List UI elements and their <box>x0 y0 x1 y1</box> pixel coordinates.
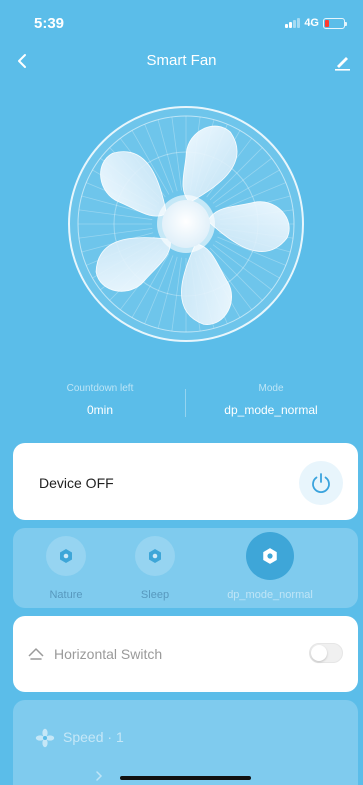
countdown-value: 0min <box>86 403 113 417</box>
speed-value: 1 <box>115 729 124 745</box>
horizontal-switch-card: Horizontal Switch <box>13 616 358 692</box>
mode-value: dp_mode_normal <box>224 403 318 417</box>
mode-hex-icon <box>135 536 175 576</box>
network-type: 4G <box>304 17 319 29</box>
status-info-row: Countdown left 0min Mode dp_mode_normal <box>0 383 363 423</box>
modes-card: Nature Sleep dp_mode_normal <box>13 528 358 608</box>
speed-separator: · <box>107 729 113 745</box>
countdown-label: Countdown left <box>66 383 134 394</box>
signal-icon <box>285 18 301 28</box>
mode-hex-icon <box>46 536 86 576</box>
fan-illustration <box>67 105 305 343</box>
power-card: Device OFF <box>13 443 358 520</box>
speed-title: Speed <box>63 729 104 745</box>
power-status-label: Device OFF <box>39 475 114 491</box>
pencil-icon <box>335 57 350 71</box>
mode-label: dp_mode_normal <box>227 589 313 601</box>
countdown-info: Countdown left 0min <box>15 383 185 417</box>
speed-label: Speed · 1 <box>63 729 124 745</box>
power-button[interactable] <box>299 461 343 505</box>
status-bar: 5:39 4G <box>0 0 363 44</box>
mode-label: Mode <box>258 383 284 394</box>
horizontal-switch-toggle[interactable] <box>309 643 343 663</box>
mode-label: Sleep <box>140 589 170 601</box>
power-icon <box>312 473 330 494</box>
mode-nature[interactable]: Nature <box>26 536 106 601</box>
swing-icon <box>28 648 44 660</box>
fan-graphic <box>68 106 304 342</box>
mode-label: Nature <box>49 589 83 601</box>
status-indicators: 4G <box>285 17 347 29</box>
status-time: 5:39 <box>34 15 65 32</box>
horizontal-switch-label: Horizontal Switch <box>54 646 163 662</box>
mode-normal[interactable]: dp_mode_normal <box>215 532 325 601</box>
speed-card: Speed · 1 <box>13 700 358 785</box>
home-indicator[interactable] <box>120 776 251 780</box>
battery-icon <box>323 17 347 29</box>
mode-sleep[interactable]: Sleep <box>115 536 195 601</box>
fan-hub <box>162 200 210 248</box>
mode-hex-icon <box>246 532 294 580</box>
toggle-knob <box>311 645 327 661</box>
mode-info: Mode dp_mode_normal <box>186 383 356 417</box>
edit-button[interactable] <box>329 48 355 74</box>
page-title: Smart Fan <box>146 52 217 69</box>
fan-icon <box>35 728 55 748</box>
nav-bar: Smart Fan <box>0 44 363 78</box>
chevron-right-icon[interactable] <box>93 770 105 782</box>
